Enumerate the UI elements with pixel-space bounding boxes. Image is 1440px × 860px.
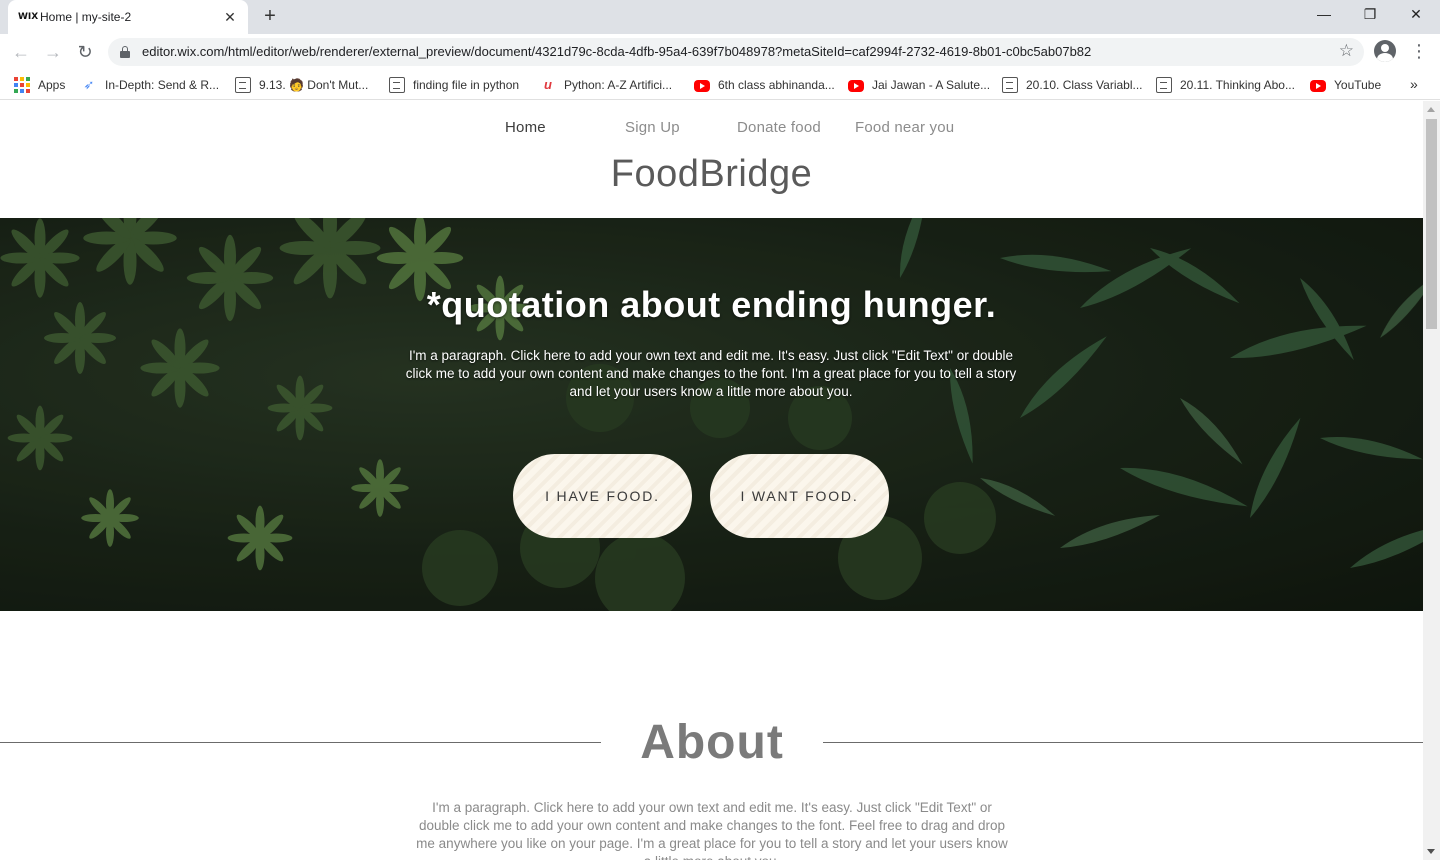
i-want-food-button[interactable]: I WANT FOOD.	[710, 454, 889, 538]
scroll-up-arrow-icon[interactable]	[1427, 107, 1435, 112]
nav-item-sign-up[interactable]: Sign Up	[625, 119, 680, 136]
wix-favicon-icon: WIX	[18, 12, 39, 22]
reload-icon[interactable]: ↻	[74, 41, 96, 63]
close-window-button[interactable]: ✕	[1406, 6, 1426, 24]
bookmark-apps[interactable]: Apps	[14, 76, 65, 94]
i-have-food-button[interactable]: I HAVE FOOD.	[513, 454, 692, 538]
youtube-icon	[848, 80, 864, 92]
page-scrollbar[interactable]	[1423, 101, 1440, 860]
bookmark-jai-jawan[interactable]: Jai Jawan - A Salute...	[848, 76, 990, 94]
document-icon	[1156, 77, 1172, 93]
lock-icon[interactable]	[120, 46, 130, 58]
hero-section: *quotation about ending hunger. I'm a pa…	[0, 218, 1423, 611]
document-icon	[235, 77, 251, 93]
tab-title: Home | my-site-2	[40, 10, 132, 24]
restore-window-button[interactable]: ❐	[1360, 6, 1380, 24]
youtube-icon	[694, 80, 710, 92]
browser-tab-active[interactable]: WIX Home | my-site-2 ✕	[8, 0, 248, 34]
bookmarks-bar: Apps ➶ In-Depth: Send & R... 9.13. 🧑 Don…	[0, 70, 1440, 100]
back-arrow-icon[interactable]: ←	[10, 41, 32, 63]
address-bar[interactable]: editor.wix.com/html/editor/web/renderer/…	[108, 38, 1364, 66]
nav-item-food-near-you[interactable]: Food near you	[855, 119, 954, 136]
send-icon: ➶	[83, 77, 95, 92]
apps-grid-icon	[14, 77, 30, 93]
bookmark-star-icon[interactable]: ☆	[1339, 41, 1354, 61]
about-divider-left	[0, 742, 601, 743]
hero-quote-heading: *quotation about ending hunger.	[426, 284, 997, 325]
site-logo-text[interactable]: FoodBridge	[0, 153, 1423, 196]
profile-avatar-icon[interactable]	[1374, 40, 1396, 62]
bookmarks-overflow-chevron-icon[interactable]: »	[1410, 76, 1418, 92]
nav-item-home[interactable]: Home	[505, 119, 546, 136]
about-heading: About	[640, 716, 784, 769]
bookmark-finding-file[interactable]: finding file in python	[389, 76, 519, 94]
scroll-down-arrow-icon[interactable]	[1427, 849, 1435, 854]
youtube-icon	[1310, 80, 1326, 92]
bookmark-youtube[interactable]: YouTube	[1310, 76, 1381, 94]
bookmark-python-az[interactable]: u Python: A-Z Artifici...	[540, 76, 672, 94]
bookmark-6th-class[interactable]: 6th class abhinanda...	[694, 76, 835, 94]
scrollbar-thumb[interactable]	[1426, 119, 1437, 329]
about-divider-right	[823, 742, 1423, 743]
bookmark-thinking-about[interactable]: 20.11. Thinking Abo...	[1156, 76, 1295, 94]
page-viewport: Home Sign Up Donate food Food near you F…	[0, 101, 1423, 860]
site-nav: Home Sign Up Donate food Food near you	[0, 119, 1423, 139]
bookmark-in-depth-send[interactable]: ➶ In-Depth: Send & R...	[81, 76, 220, 94]
browser-toolbar: ← → ↻ editor.wix.com/html/editor/web/ren…	[0, 34, 1440, 70]
document-icon	[389, 77, 405, 93]
document-icon	[1002, 77, 1018, 93]
url-text[interactable]: editor.wix.com/html/editor/web/renderer/…	[142, 44, 1091, 59]
bookmark-dont-mut[interactable]: 9.13. 🧑 Don't Mut...	[235, 76, 368, 94]
udemy-icon: u	[544, 77, 552, 92]
nav-item-donate-food[interactable]: Donate food	[737, 119, 821, 136]
browser-menu-icon[interactable]: ⋮	[1410, 40, 1428, 62]
hero-paragraph: I'm a paragraph. Click here to add your …	[405, 348, 1017, 399]
tab-strip: WIX Home | my-site-2 ✕ + — ❐ ✕	[0, 0, 1440, 34]
jungle-foliage-background	[0, 218, 1423, 611]
bookmark-class-variables[interactable]: 20.10. Class Variabl...	[1002, 76, 1143, 94]
minimize-window-button[interactable]: —	[1314, 6, 1334, 24]
tab-close-icon[interactable]: ✕	[222, 9, 238, 26]
about-paragraph: I'm a paragraph. Click here to add your …	[416, 800, 1008, 860]
new-tab-button[interactable]: +	[258, 6, 282, 28]
forward-arrow-icon[interactable]: →	[42, 41, 64, 63]
